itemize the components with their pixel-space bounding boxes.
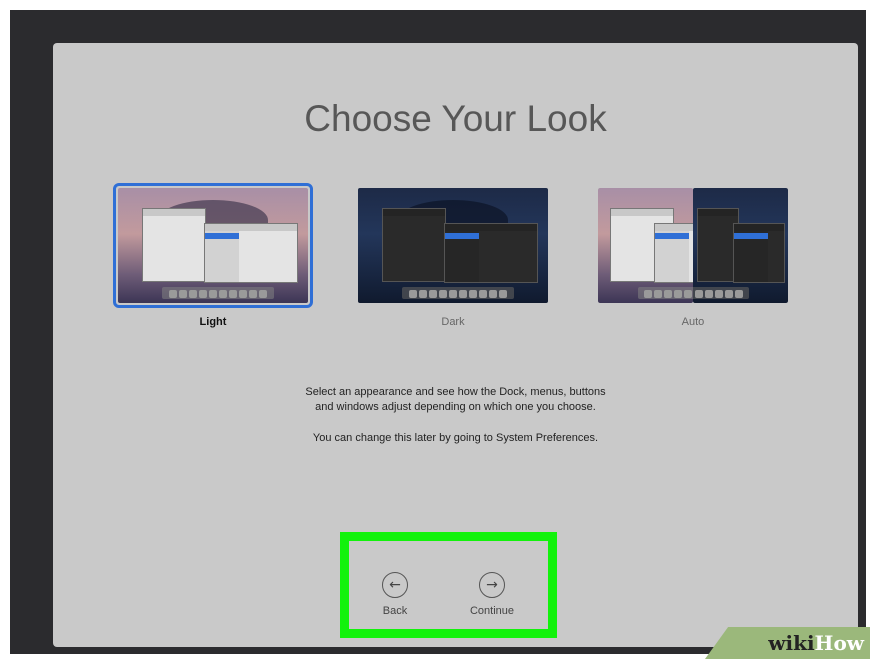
arrow-left-circle-icon: ← bbox=[382, 572, 408, 598]
back-label: Back bbox=[382, 605, 408, 617]
appearance-option-auto[interactable]: Auto bbox=[590, 183, 796, 328]
preview-window-back bbox=[382, 208, 446, 282]
appearance-option-light[interactable]: Light bbox=[110, 183, 316, 328]
dark-preview-thumbnail bbox=[358, 188, 548, 303]
preview-window-front bbox=[204, 223, 298, 283]
option-label-auto: Auto bbox=[681, 316, 705, 328]
selection-frame bbox=[353, 183, 553, 308]
appearance-option-dark[interactable]: Dark bbox=[350, 183, 556, 328]
description-line: Select an appearance and see how the Doc… bbox=[305, 386, 606, 398]
option-label-dark: Dark bbox=[441, 316, 465, 328]
option-label-light: Light bbox=[199, 316, 227, 328]
auto-dark-half bbox=[693, 188, 788, 303]
selection-frame bbox=[593, 183, 793, 308]
preview-window-front bbox=[444, 223, 538, 283]
arrow-right-circle-icon: → bbox=[479, 572, 505, 598]
selection-frame bbox=[113, 183, 313, 308]
light-preview-thumbnail bbox=[118, 188, 308, 303]
preview-dock bbox=[402, 287, 514, 299]
description-line: and windows adjust depending on which on… bbox=[315, 401, 596, 413]
auto-preview-thumbnail bbox=[598, 188, 788, 303]
back-button[interactable]: ← Back bbox=[365, 572, 425, 617]
description-text: Select an appearance and see how the Doc… bbox=[53, 385, 858, 446]
continue-label: Continue bbox=[469, 605, 515, 617]
description-note: You can change this later by going to Sy… bbox=[312, 432, 599, 444]
preview-dock bbox=[162, 287, 274, 299]
preview-window-back bbox=[142, 208, 206, 282]
continue-button[interactable]: → Continue bbox=[462, 572, 522, 617]
wikihow-watermark: wiki How bbox=[705, 627, 870, 659]
page-title: Choose Your Look bbox=[304, 98, 607, 139]
auto-light-half bbox=[598, 188, 693, 303]
